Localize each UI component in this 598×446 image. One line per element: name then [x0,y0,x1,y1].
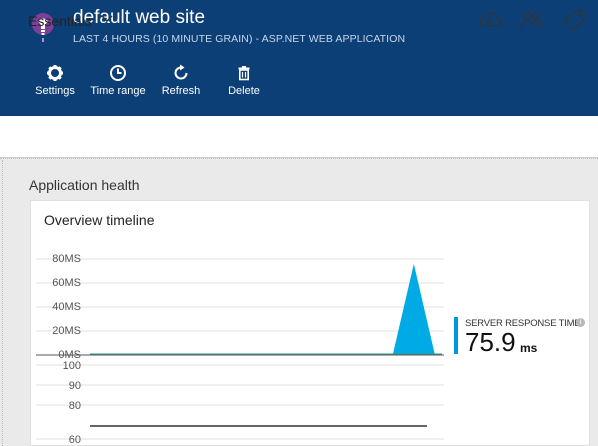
metric-unit: ms [520,341,538,355]
info-icon[interactable]: i [576,318,585,327]
y-tick-label: 40MS [52,301,81,313]
y-tick-label: 80MS [52,253,81,265]
overview-timeline-chart[interactable]: 80MS60MS40MS20MS0MS100908060 [0,0,598,446]
y-tick-label: 100 [63,360,81,372]
metric-value: 75.9 [465,327,516,357]
y-tick-label: 90 [69,380,81,392]
y-tick-label: 80 [69,400,81,412]
y-tick-label: 60 [69,434,81,446]
app-root: default web site LAST 4 HOURS (10 MINUTE… [0,0,598,446]
series-area [90,263,442,355]
y-tick-label: 20MS [52,325,81,337]
metric-color-bar [454,317,458,354]
y-tick-label: 60MS [52,277,81,289]
